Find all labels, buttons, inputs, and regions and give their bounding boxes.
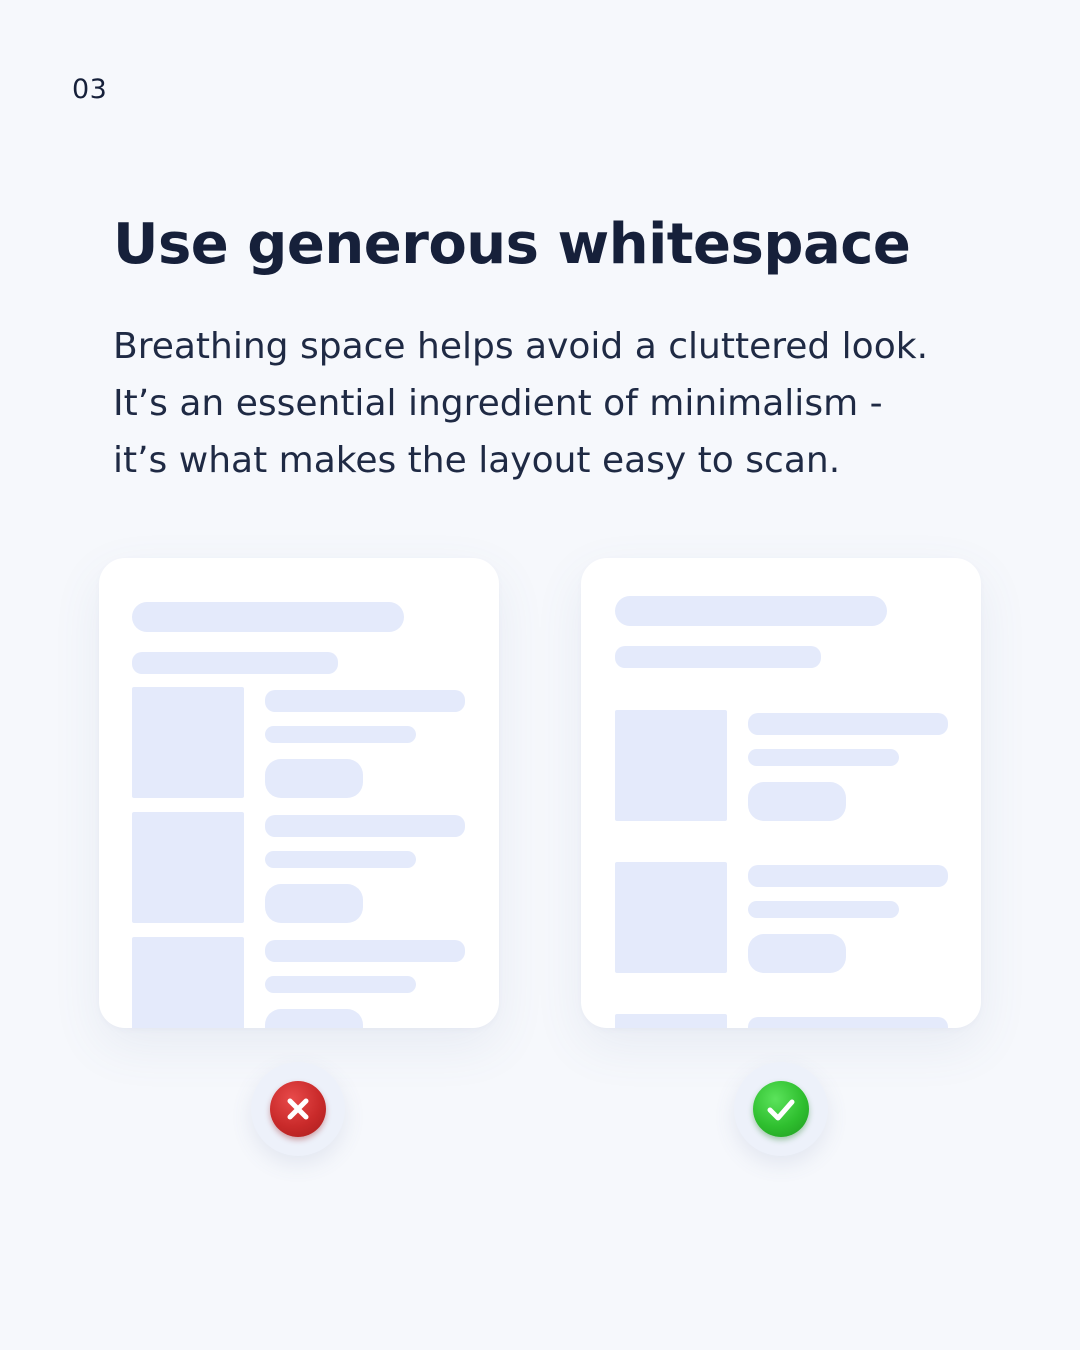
- placeholder-line: [748, 865, 948, 887]
- cross-icon: [270, 1081, 326, 1137]
- spacious-layout-card: [581, 558, 981, 1028]
- placeholder-line: [265, 940, 465, 962]
- placeholder-button: [265, 1009, 363, 1028]
- placeholder-button: [265, 759, 363, 798]
- slide-body: Breathing space helps avoid a cluttered …: [113, 318, 1013, 489]
- placeholder-heading: [615, 596, 887, 626]
- placeholder-subheading: [615, 646, 821, 668]
- placeholder-line: [265, 851, 416, 868]
- placeholder-line: [748, 1017, 948, 1028]
- placeholder-image: [615, 1014, 727, 1028]
- placeholder-image: [615, 862, 727, 973]
- placeholder-button: [265, 884, 363, 923]
- placeholder-line: [748, 901, 899, 918]
- placeholder-heading: [132, 602, 404, 632]
- cluttered-layout-card: [99, 558, 499, 1028]
- placeholder-image: [132, 812, 244, 923]
- page-number: 03: [72, 74, 108, 105]
- placeholder-line: [265, 690, 465, 712]
- good-example-indicator: [734, 1062, 828, 1156]
- placeholder-subheading: [132, 652, 338, 674]
- placeholder-image: [132, 937, 244, 1028]
- placeholder-image: [615, 710, 727, 821]
- check-icon: [753, 1081, 809, 1137]
- bad-example-indicator: [251, 1062, 345, 1156]
- slide-title: Use generous whitespace: [113, 212, 911, 277]
- placeholder-line: [265, 976, 416, 993]
- placeholder-image: [132, 687, 244, 798]
- body-line: It’s an essential ingredient of minimali…: [113, 383, 883, 424]
- placeholder-button: [748, 782, 846, 821]
- placeholder-line: [265, 726, 416, 743]
- placeholder-button: [748, 934, 846, 973]
- body-line: Breathing space helps avoid a cluttered …: [113, 326, 929, 367]
- body-line: it’s what makes the layout easy to scan.: [113, 440, 841, 481]
- placeholder-line: [748, 713, 948, 735]
- placeholder-line: [265, 815, 465, 837]
- placeholder-line: [748, 749, 899, 766]
